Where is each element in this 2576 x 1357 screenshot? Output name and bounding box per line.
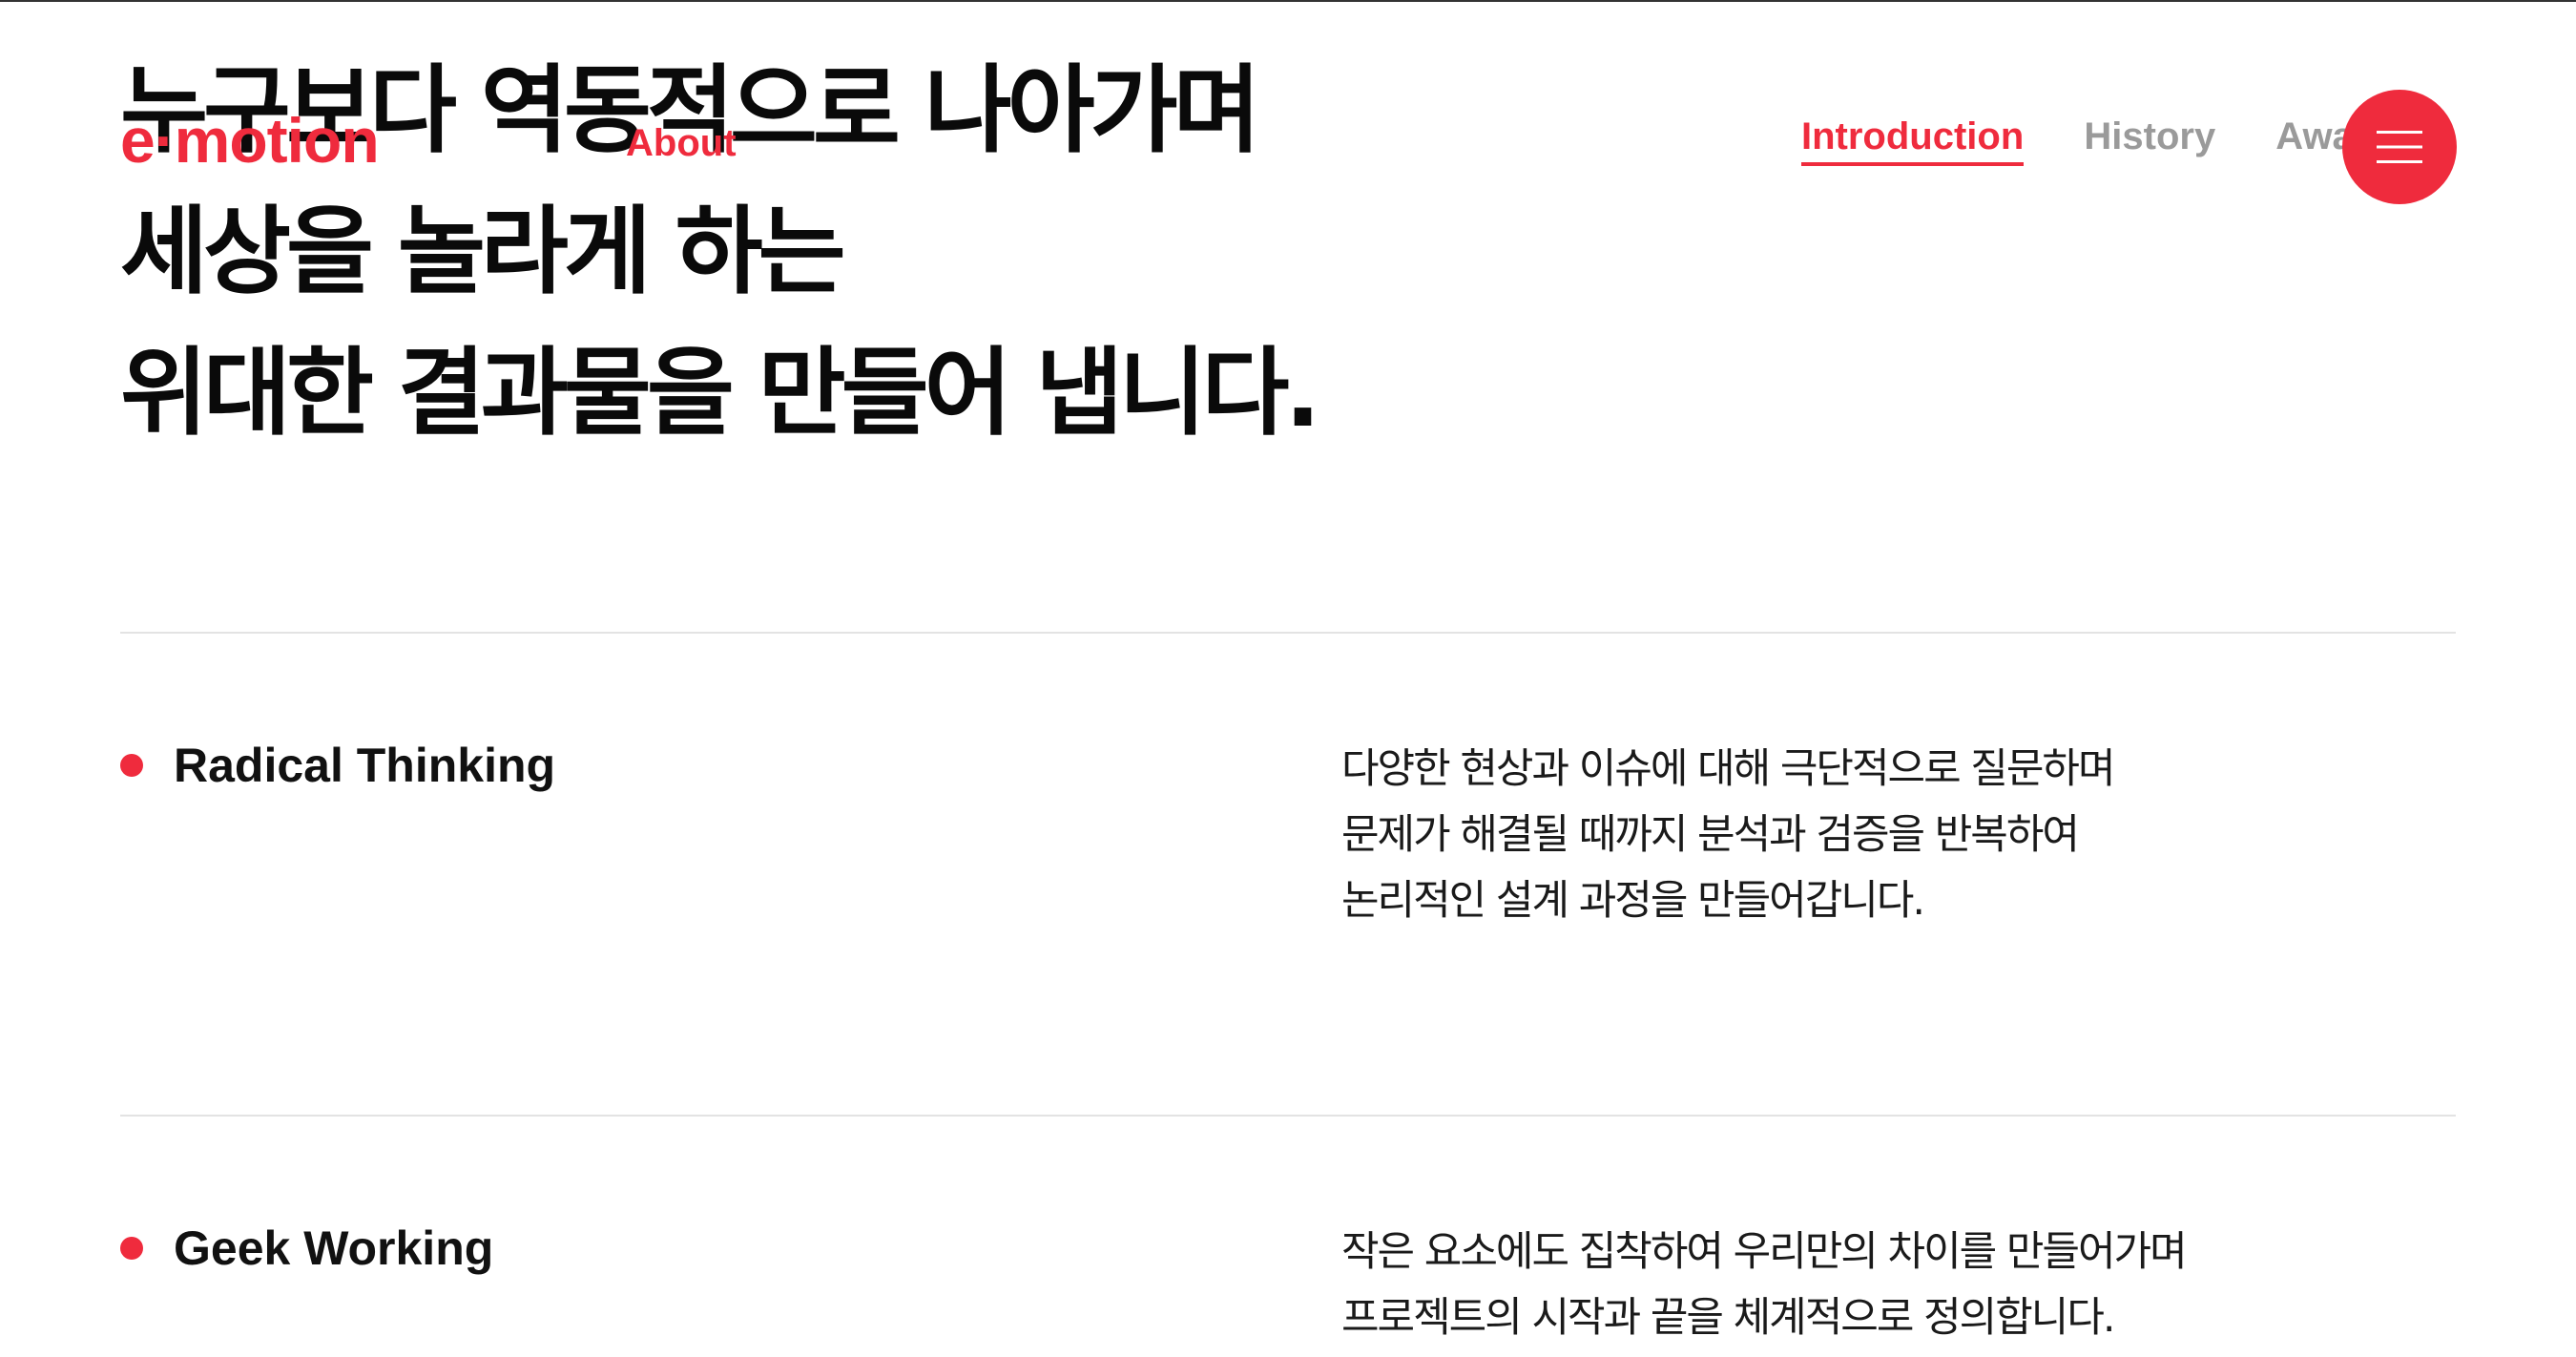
bullet-dot-icon bbox=[120, 1237, 143, 1260]
hero-headline: 누구보다 역동적으로 나아가며 세상을 놀라게 하는 위대한 결과물을 만들어 … bbox=[120, 40, 1456, 464]
page: 누구보다 역동적으로 나아가며 세상을 놀라게 하는 위대한 결과물을 만들어 … bbox=[0, 0, 2576, 1357]
section-title-text: Radical Thinking bbox=[174, 739, 556, 792]
description-line: 문제가 해결될 때까지 분석과 검증을 반복하여 bbox=[1341, 811, 2080, 859]
description-line: 프로젝트의 시작과 끝을 체계적으로 정의합니다. bbox=[1341, 1294, 2116, 1342]
section-title: Geek Working bbox=[120, 1220, 493, 1277]
section-description: 다양한 현상과 이슈에 대해 극단적으로 질문하며 문제가 해결될 때까지 분석… bbox=[1341, 737, 2391, 934]
section-description: 작은 요소에도 집착하여 우리만의 차이를 만들어가며 프로젝트의 시작과 끝을… bbox=[1341, 1220, 2391, 1351]
section-title-text: Geek Working bbox=[174, 1221, 494, 1275]
description-line: 논리적인 설계 과정을 만들어갑니다. bbox=[1341, 877, 1925, 925]
subnav-item-introduction[interactable]: Introduction bbox=[1801, 113, 2025, 166]
logo[interactable]: e·motion bbox=[120, 105, 380, 176]
section-divider bbox=[120, 1115, 2456, 1117]
subnav-item-history[interactable]: History bbox=[2084, 113, 2215, 160]
section-divider bbox=[120, 632, 2456, 634]
hero-line-3: 위대한 결과물을 만들어 냅니다. bbox=[120, 337, 1320, 449]
bullet-dot-icon bbox=[120, 754, 143, 777]
hero-line-2: 세상을 놀라게 하는 bbox=[120, 196, 846, 307]
description-line: 다양한 현상과 이슈에 대해 극단적으로 질문하며 bbox=[1341, 745, 2116, 793]
hamburger-icon bbox=[2377, 131, 2422, 163]
sub-navigation: Introduction History Awards bbox=[1801, 113, 2370, 170]
menu-button[interactable] bbox=[2342, 90, 2457, 204]
description-line: 작은 요소에도 집착하여 우리만의 차이를 만들어가며 bbox=[1341, 1228, 2188, 1276]
section-title: Radical Thinking bbox=[120, 737, 555, 794]
nav-link-about[interactable]: About bbox=[626, 120, 737, 166]
